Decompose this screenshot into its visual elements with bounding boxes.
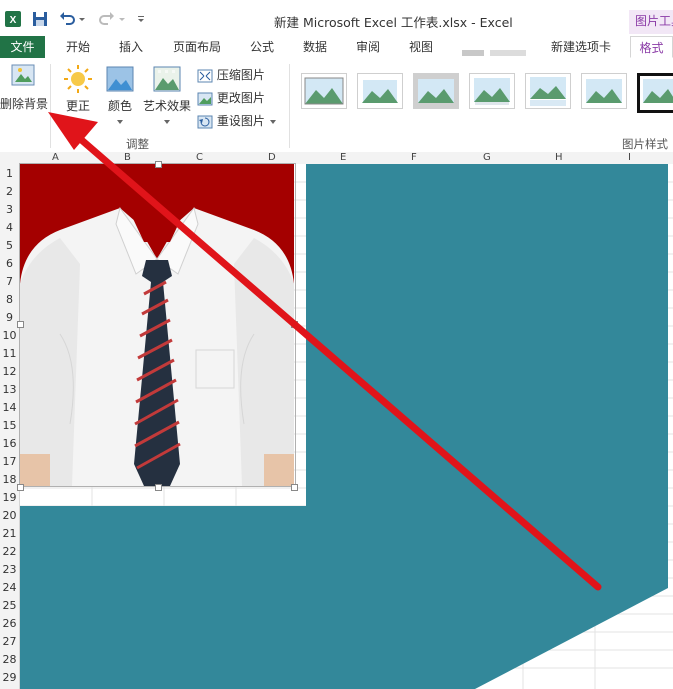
red-arrow-annotation [48,112,602,591]
